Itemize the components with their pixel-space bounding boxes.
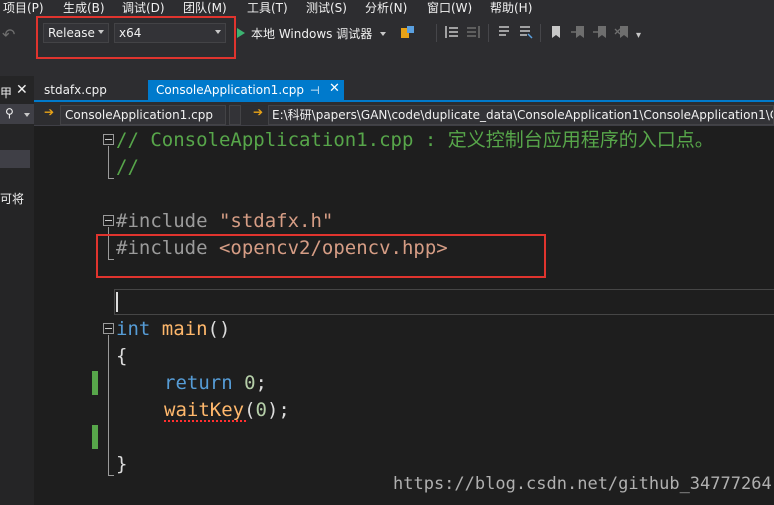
panel-title: 甲 <box>0 86 13 100</box>
function-name: main <box>161 318 208 340</box>
fold-toggle-icon[interactable] <box>103 215 114 226</box>
indent-icon[interactable] <box>444 24 460 40</box>
paren-open: ( <box>244 399 256 421</box>
parameter-list: () <box>207 318 231 340</box>
toolbar-separator <box>488 24 489 42</box>
pin-icon[interactable]: ⊣ <box>310 84 320 97</box>
member-combo[interactable]: E:\科研\papers\GAN\code\duplicate_data\Con… <box>268 105 774 125</box>
next-bookmark-icon[interactable] <box>592 24 608 40</box>
chevron-down-icon <box>215 30 221 34</box>
paren-close: ); <box>266 399 290 421</box>
tab-stdafx[interactable]: stdafx.cpp <box>36 80 148 101</box>
include-path: "stdafx.h" <box>218 210 334 232</box>
menu-project[interactable]: 项目(P) <box>3 0 44 16</box>
chevron-down-icon[interactable] <box>380 32 386 36</box>
fold-toggle-icon[interactable] <box>103 134 114 145</box>
toolbar-separator <box>540 24 541 42</box>
code-line-7[interactable]: int main() <box>116 316 230 342</box>
scope-combo[interactable]: ConsoleApplication1.cpp <box>60 105 226 125</box>
toolbar-overflow-icon[interactable]: ▾ <box>636 30 641 41</box>
prev-bookmark-icon[interactable] <box>570 24 586 40</box>
panel-selected-item[interactable] <box>0 150 30 168</box>
change-marker <box>92 371 98 395</box>
close-icon[interactable]: ✕ <box>329 81 340 96</box>
return-keyword: return <box>164 372 233 394</box>
uncomment-icon[interactable] <box>517 24 533 40</box>
platform-select[interactable]: x64 <box>114 23 226 43</box>
fold-toggle-icon[interactable] <box>103 323 114 334</box>
menu-build[interactable]: 生成(B) <box>63 0 105 16</box>
member-arrow-icon: ➔ <box>253 105 264 119</box>
find-icon[interactable] <box>400 24 416 40</box>
scope-spinner[interactable] <box>229 105 241 125</box>
tab-label: stdafx.cpp <box>44 83 107 97</box>
error-squiggle <box>164 419 246 422</box>
code-line-1[interactable]: // ConsoleApplication1.cpp : 定义控制台应用程序的入… <box>116 127 714 153</box>
type-keyword: int <box>116 318 151 340</box>
fold-guide <box>108 178 114 179</box>
search-icon[interactable]: ⚲ <box>5 106 14 120</box>
menu-analyze[interactable]: 分析(N) <box>365 0 407 16</box>
fold-guide <box>108 475 114 476</box>
watermark: https://blog.csdn.net/github_34777264 <box>393 474 772 494</box>
close-icon[interactable]: ✕ <box>16 82 28 98</box>
panel-text: 可将 <box>0 192 25 206</box>
current-line-highlight <box>114 289 774 315</box>
comment-icon[interactable] <box>496 24 512 40</box>
function-call: waitKey <box>164 399 245 421</box>
tab-label: ConsoleApplication1.cpp <box>156 83 304 97</box>
menu-team[interactable]: 团队(M) <box>183 0 227 16</box>
preprocessor-directive: #include <box>116 210 208 232</box>
platform-value: x64 <box>119 26 142 40</box>
scope-value: ConsoleApplication1.cpp <box>65 108 213 122</box>
menu-test[interactable]: 测试(S) <box>306 0 347 16</box>
clear-bookmarks-icon[interactable] <box>614 24 630 40</box>
menu-bar: 项目(P) 生成(B) 调试(D) 团队(M) 工具(T) 测试(S) 分析(N… <box>0 0 774 16</box>
code-line-9[interactable]: return 0; <box>164 370 267 396</box>
chevron-down-icon[interactable] <box>24 113 30 117</box>
configuration-value: Release <box>48 26 95 40</box>
code-line-8[interactable]: { <box>116 343 127 369</box>
bookmark-icon[interactable] <box>548 24 564 40</box>
fold-guide <box>108 146 109 178</box>
start-debug-icon[interactable] <box>237 28 245 38</box>
highlight-box-include <box>96 234 546 278</box>
fold-guide <box>108 335 109 475</box>
menu-tools[interactable]: 工具(T) <box>247 0 288 16</box>
toolbar-separator <box>436 24 437 42</box>
solution-explorer-panel <box>0 76 34 505</box>
outdent-icon[interactable] <box>465 24 481 40</box>
undo-icon[interactable]: ↶ <box>2 25 15 44</box>
menu-window[interactable]: 窗口(W) <box>427 0 472 16</box>
debugger-label[interactable]: 本地 Windows 调试器 <box>251 25 372 42</box>
code-line-12[interactable]: } <box>116 451 127 477</box>
return-value: 0 <box>244 372 256 394</box>
chevron-down-icon <box>98 30 104 34</box>
change-marker <box>92 425 98 449</box>
menu-help[interactable]: 帮助(H) <box>490 0 532 16</box>
path-value: E:\科研\papers\GAN\code\duplicate_data\Con… <box>272 108 774 122</box>
code-line-4[interactable]: #include "stdafx.h" <box>116 208 333 234</box>
file-arrow-icon: ➔ <box>44 105 55 119</box>
semicolon: ; <box>255 372 267 394</box>
text-caret <box>116 292 118 312</box>
call-argument: 0 <box>255 399 267 421</box>
configuration-select[interactable]: Release <box>43 23 109 43</box>
menu-debug[interactable]: 调试(D) <box>122 0 165 16</box>
code-line-2[interactable]: // <box>116 154 139 180</box>
